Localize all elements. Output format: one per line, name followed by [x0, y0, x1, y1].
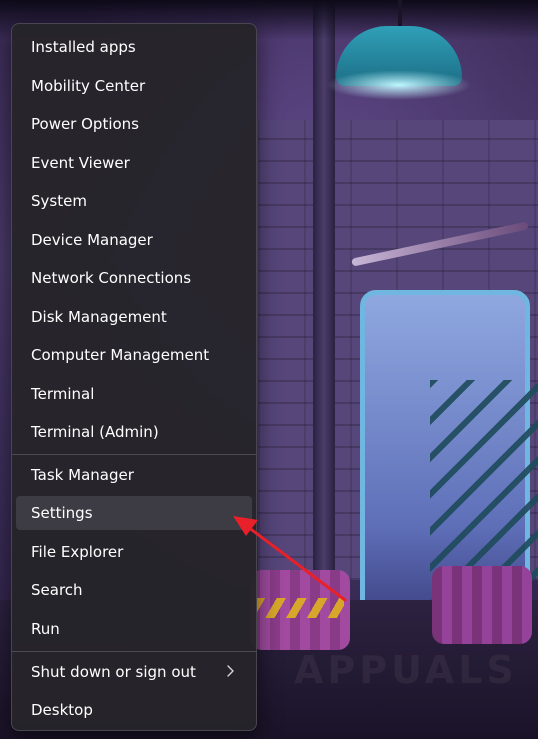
menu-item-label: Run — [31, 620, 60, 638]
menu-item-power-options[interactable]: Power Options — [16, 107, 252, 141]
menu-item-computer-management[interactable]: Computer Management — [16, 338, 252, 372]
menu-item-system[interactable]: System — [16, 184, 252, 218]
menu-item-label: Event Viewer — [31, 154, 130, 172]
wallpaper-stool — [250, 570, 350, 650]
menu-item-terminal-admin[interactable]: Terminal (Admin) — [16, 415, 252, 449]
menu-item-label: Terminal — [31, 385, 95, 403]
menu-separator — [12, 651, 256, 652]
menu-item-mobility-center[interactable]: Mobility Center — [16, 69, 252, 103]
menu-item-label: Settings — [31, 504, 93, 522]
menu-item-settings[interactable]: Settings — [16, 496, 252, 530]
menu-item-label: Disk Management — [31, 308, 167, 326]
menu-item-event-viewer[interactable]: Event Viewer — [16, 146, 252, 180]
menu-item-run[interactable]: Run — [16, 612, 252, 646]
menu-item-installed-apps[interactable]: Installed apps — [16, 30, 252, 64]
menu-item-label: Shut down or sign out — [31, 663, 196, 681]
menu-item-network-connections[interactable]: Network Connections — [16, 261, 252, 295]
menu-item-label: Network Connections — [31, 269, 192, 287]
wallpaper-stool — [432, 566, 532, 644]
menu-item-device-manager[interactable]: Device Manager — [16, 223, 252, 257]
menu-item-label: Power Options — [31, 115, 139, 133]
menu-item-disk-management[interactable]: Disk Management — [16, 300, 252, 334]
menu-item-label: File Explorer — [31, 543, 124, 561]
menu-item-label: Desktop — [31, 701, 93, 719]
menu-item-shut-down-or-sign-out[interactable]: Shut down or sign out — [16, 655, 252, 689]
menu-item-label: Installed apps — [31, 38, 136, 56]
wallpaper-lamp-glow — [326, 70, 472, 100]
menu-item-label: Task Manager — [31, 466, 134, 484]
menu-item-task-manager[interactable]: Task Manager — [16, 458, 252, 492]
watermark-logo: APPUALS — [294, 648, 518, 692]
menu-item-label: System — [31, 192, 87, 210]
menu-separator — [12, 454, 256, 455]
menu-item-file-explorer[interactable]: File Explorer — [16, 535, 252, 569]
menu-item-label: Search — [31, 581, 83, 599]
menu-item-label: Computer Management — [31, 346, 210, 364]
menu-item-label: Terminal (Admin) — [31, 423, 159, 441]
menu-item-label: Device Manager — [31, 231, 153, 249]
chevron-right-icon — [227, 665, 234, 677]
menu-item-search[interactable]: Search — [16, 573, 252, 607]
menu-item-terminal[interactable]: Terminal — [16, 377, 252, 411]
menu-item-label: Mobility Center — [31, 77, 146, 95]
winx-context-menu: Installed apps Mobility Center Power Opt… — [11, 23, 257, 731]
menu-item-desktop[interactable]: Desktop — [16, 693, 252, 727]
